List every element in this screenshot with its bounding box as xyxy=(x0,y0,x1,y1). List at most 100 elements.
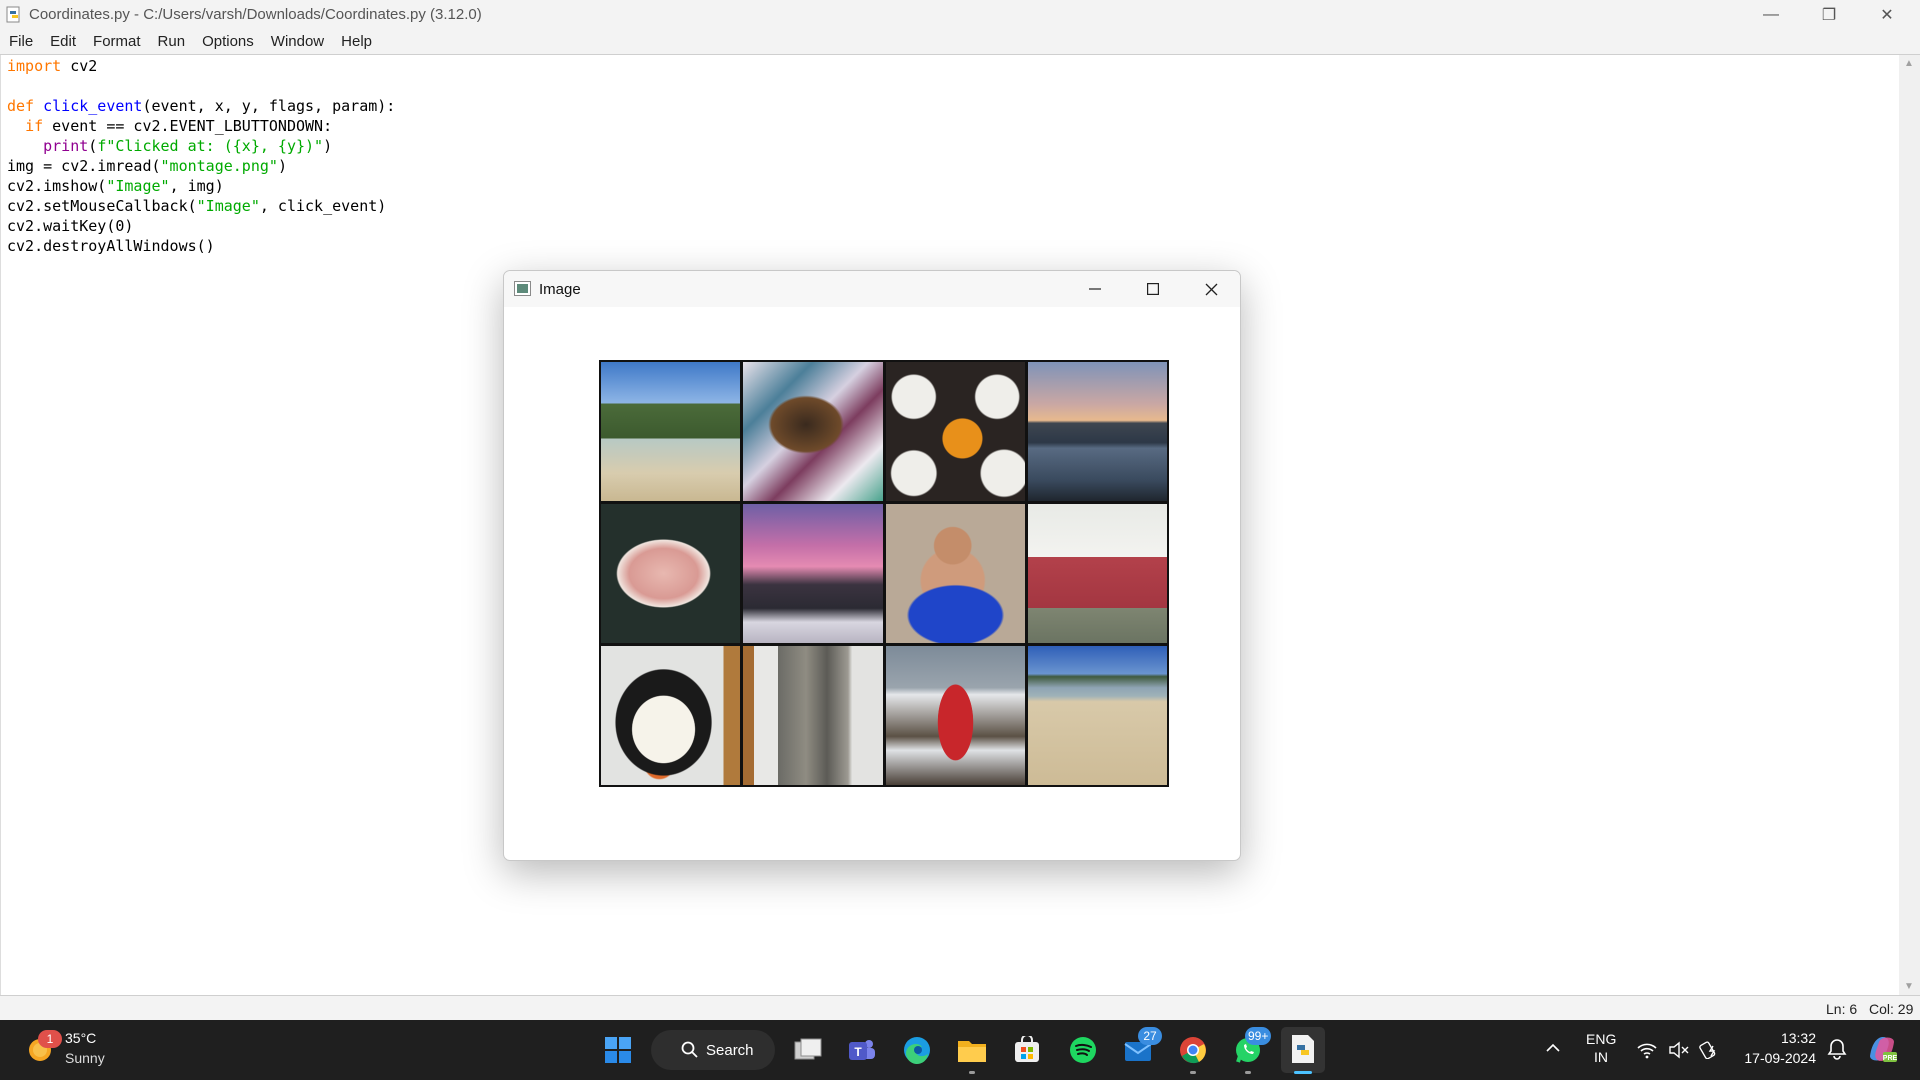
tile-calico-cat xyxy=(743,362,883,501)
clock[interactable]: 13:32 17-09-2024 xyxy=(1736,1030,1816,1066)
spotify-icon xyxy=(1070,1037,1096,1063)
menu-options[interactable]: Options xyxy=(202,33,254,50)
restore-icon: ❐ xyxy=(1821,6,1837,24)
language-indicator[interactable]: ENG IN xyxy=(1586,1031,1616,1065)
tile-toddler-in-bucket xyxy=(885,504,1025,643)
menu-format[interactable]: Format xyxy=(93,33,141,50)
tile-sandy-beach xyxy=(1027,646,1167,785)
chevron-up-icon xyxy=(1546,1043,1560,1052)
ms-store-button[interactable] xyxy=(1010,1033,1044,1067)
notification-bell-icon xyxy=(1827,1039,1847,1060)
tile-beach-cove xyxy=(601,362,741,501)
running-indicator xyxy=(1245,1071,1251,1074)
code-line-1: import cv2 xyxy=(7,57,98,75)
close-icon xyxy=(1205,283,1217,295)
windows-taskbar: 1 35°C Sunny Search T 27 99+ ENG IN 13:3… xyxy=(0,1020,1920,1080)
store-icon xyxy=(1015,1036,1039,1062)
teams-button[interactable]: T xyxy=(845,1033,879,1067)
notifications-button[interactable] xyxy=(1826,1038,1848,1065)
battery-charging-icon xyxy=(1699,1041,1716,1059)
code-line-5: print(f"Clicked at: ({x}, {y})") xyxy=(43,137,333,155)
scroll-down-icon[interactable]: ▼ xyxy=(1904,981,1914,992)
tile-shirts-on-hanger xyxy=(743,646,883,785)
menu-window[interactable]: Window xyxy=(271,33,324,50)
status-col: Col: 29 xyxy=(1869,1001,1914,1017)
weather-widget-button[interactable]: 1 xyxy=(26,1030,62,1064)
code-line-6: img = cv2.imread("montage.png") xyxy=(7,157,287,175)
edge-icon xyxy=(904,1037,930,1065)
code-line-3: def click_event(event, x, y, flags, para… xyxy=(7,97,396,115)
running-indicator xyxy=(969,1071,975,1074)
language-code: ENG xyxy=(1586,1031,1617,1047)
file-explorer-button[interactable] xyxy=(955,1033,989,1074)
region-code: IN xyxy=(1594,1049,1608,1065)
wifi-icon xyxy=(1637,1043,1657,1059)
folder-icon xyxy=(958,1041,986,1062)
show-hidden-icons-button[interactable] xyxy=(1545,1040,1561,1058)
svg-text:PRE: PRE xyxy=(1883,1055,1898,1062)
menu-file[interactable]: File xyxy=(9,33,33,50)
search-label: Search xyxy=(706,1041,754,1059)
clock-date: 17-09-2024 xyxy=(1744,1050,1816,1066)
python-idle-icon xyxy=(5,6,23,24)
whatsapp-badge: 99+ xyxy=(1245,1027,1272,1045)
scroll-up-icon[interactable]: ▲ xyxy=(1904,58,1914,69)
copilot-button[interactable]: PRE xyxy=(1866,1034,1898,1069)
svg-text:T: T xyxy=(854,1045,862,1059)
image-close-button[interactable] xyxy=(1182,271,1240,307)
windows-logo-icon xyxy=(605,1037,631,1063)
image-minimize-button[interactable] xyxy=(1066,271,1124,307)
code-line-10: cv2.destroyAllWindows() xyxy=(7,237,215,255)
minimize-icon: — xyxy=(1763,5,1779,23)
spotify-button[interactable] xyxy=(1066,1033,1100,1067)
image-window-titlebar[interactable]: Image xyxy=(504,271,1240,307)
task-view-button[interactable] xyxy=(791,1033,825,1067)
menu-help[interactable]: Help xyxy=(341,33,372,50)
tile-penguin-plush xyxy=(601,646,741,785)
montage-image[interactable] xyxy=(599,360,1169,787)
close-icon: ✕ xyxy=(1880,6,1894,24)
minimize-button[interactable]: — xyxy=(1742,0,1800,29)
source-code[interactable]: import cv2 def click_event(event, x, y, … xyxy=(7,56,395,256)
taskbar-search[interactable]: Search xyxy=(651,1030,775,1070)
system-tray-status[interactable] xyxy=(1636,1038,1721,1062)
tile-pink-winter-sky xyxy=(743,504,883,643)
minimize-icon xyxy=(1089,288,1101,290)
task-view-icon xyxy=(794,1038,822,1060)
running-indicator xyxy=(1190,1071,1196,1074)
chrome-icon xyxy=(1180,1037,1206,1064)
tile-fish-fillet xyxy=(601,504,741,643)
start-button[interactable] xyxy=(601,1033,635,1067)
whatsapp-button[interactable]: 99+ xyxy=(1231,1027,1272,1074)
speaker-muted-icon xyxy=(1668,1041,1688,1059)
weather-temperature: 35°C xyxy=(65,1030,97,1046)
idle-taskbar-button[interactable] xyxy=(1281,1027,1325,1074)
copilot-icon: PRE xyxy=(1870,1037,1898,1062)
restore-button[interactable]: ❐ xyxy=(1800,0,1858,29)
image-window-title: Image xyxy=(539,281,581,298)
clock-time: 13:32 xyxy=(1780,1030,1816,1046)
opencv-image-window[interactable]: Image xyxy=(503,270,1241,861)
tile-cupcakes xyxy=(885,362,1025,501)
mail-button[interactable]: 27 xyxy=(1121,1027,1162,1067)
mail-badge: 27 xyxy=(1138,1027,1162,1045)
code-line-8: cv2.setMouseCallback("Image", click_even… xyxy=(7,197,387,215)
image-window-icon xyxy=(514,281,531,301)
menu-run[interactable]: Run xyxy=(158,33,186,50)
weather-description: Sunny xyxy=(65,1050,105,1066)
tile-lake-sunset xyxy=(1027,362,1167,501)
image-maximize-button[interactable] xyxy=(1124,271,1182,307)
menu-bar: File Edit Format Run Options Window Help xyxy=(0,29,1920,55)
chrome-button[interactable] xyxy=(1176,1033,1210,1074)
code-line-7: cv2.imshow("Image", img) xyxy=(7,177,224,195)
python-idle-icon xyxy=(1292,1035,1314,1063)
vertical-scrollbar[interactable]: ▲ ▼ xyxy=(1899,55,1920,995)
code-line-4: if event == cv2.EVENT_LBUTTONDOWN: xyxy=(25,117,333,135)
title-bar: Coordinates.py - C:/Users/varsh/Download… xyxy=(0,0,1920,29)
menu-edit[interactable]: Edit xyxy=(50,33,76,50)
close-button[interactable]: ✕ xyxy=(1858,0,1916,29)
tile-fire-hydrant-snow xyxy=(885,646,1025,785)
status-line: Ln: 6 xyxy=(1826,1001,1858,1017)
code-line-9: cv2.waitKey(0) xyxy=(7,217,134,235)
edge-button[interactable] xyxy=(900,1033,934,1067)
